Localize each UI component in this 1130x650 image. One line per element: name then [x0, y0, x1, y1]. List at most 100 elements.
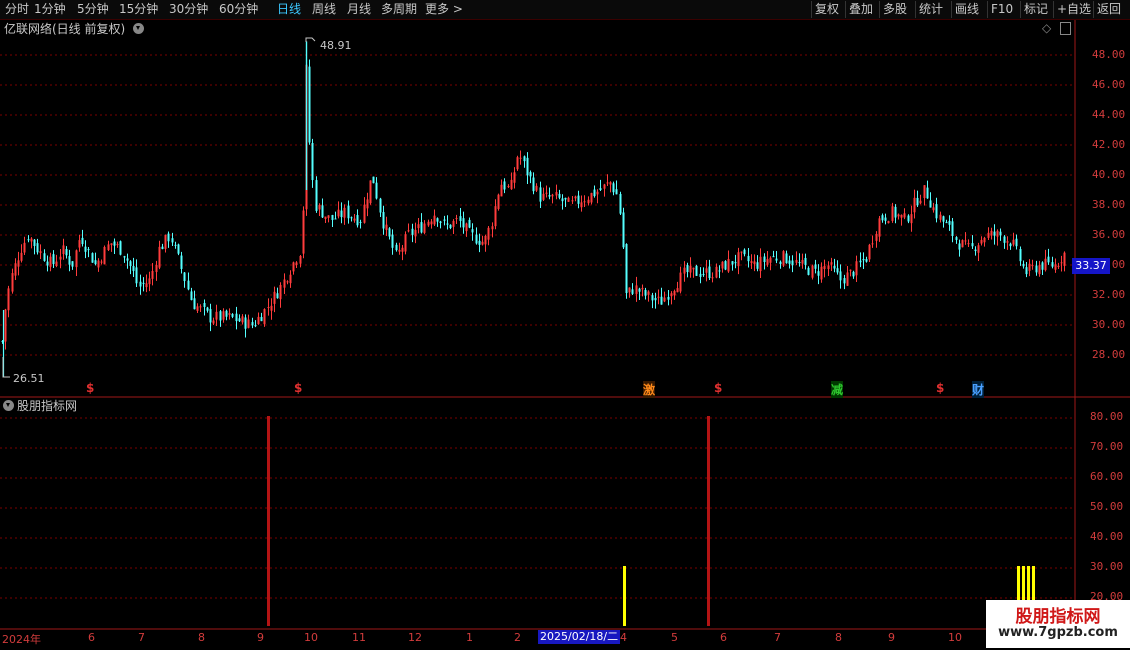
candle-body: [551, 194, 554, 197]
candle-body: [775, 258, 778, 261]
candle-body: [894, 206, 897, 218]
candle-body: [33, 239, 36, 247]
candle-body: [523, 156, 526, 162]
candle-body: [532, 177, 535, 192]
candle-body: [580, 202, 583, 208]
candle-body: [132, 265, 135, 271]
current-price-tag: 33.37: [1072, 258, 1110, 274]
period-more-button[interactable]: 更多 >: [425, 1, 463, 18]
candle-body: [942, 216, 945, 222]
candle-body: [795, 260, 798, 263]
dividend-marker[interactable]: $: [294, 381, 302, 395]
candle-body: [23, 242, 26, 253]
time-tick: 2: [514, 631, 521, 644]
candle-body: [427, 221, 430, 226]
add-watchlist-button[interactable]: +自选: [1053, 1, 1091, 18]
candle-body: [331, 214, 334, 220]
candle-body: [1028, 263, 1031, 271]
candle-body: [820, 266, 823, 280]
candle-body: [55, 261, 58, 267]
candle-body: [158, 246, 161, 268]
candle-body: [539, 187, 542, 202]
reduce-holding-marker[interactable]: 减: [831, 381, 844, 398]
candle-body: [1015, 238, 1018, 247]
signal-bar-red: [267, 416, 270, 626]
candle-body: [593, 189, 596, 197]
candle-body: [670, 293, 673, 297]
candle-body: [404, 234, 407, 252]
candle-body: [903, 213, 906, 218]
candle-body: [625, 244, 628, 294]
candle-body: [225, 310, 228, 317]
candle-body: [567, 197, 570, 202]
candle-body: [519, 157, 522, 159]
mark-button[interactable]: 标记: [1020, 1, 1048, 18]
f10-button[interactable]: F10: [987, 1, 1013, 18]
candle-body: [36, 243, 39, 253]
candle-body: [155, 265, 158, 272]
candle-body: [382, 212, 385, 229]
period-tab-30min[interactable]: 30分钟: [169, 1, 208, 18]
candle-body: [475, 234, 478, 244]
candle-body: [1060, 262, 1063, 264]
period-tab-60min[interactable]: 60分钟: [219, 1, 258, 18]
candle-body: [1063, 252, 1066, 266]
candle-body: [763, 256, 766, 262]
candle-body: [267, 307, 270, 309]
candle-body: [702, 274, 705, 276]
candle-body: [971, 243, 974, 247]
back-button[interactable]: 返回: [1093, 1, 1121, 18]
candle-body: [423, 223, 426, 233]
watermark-title: 股朋指标网: [1015, 607, 1101, 627]
candle-body: [94, 260, 97, 265]
indicator-tick: 60.00: [1090, 470, 1124, 483]
candle-body: [881, 215, 884, 221]
candle-body: [231, 313, 234, 317]
period-tab-weekly[interactable]: 周线: [312, 1, 336, 18]
candlestick-chart[interactable]: [0, 20, 1130, 398]
dividend-marker[interactable]: $: [714, 381, 722, 395]
candle-body: [363, 204, 366, 223]
overlay-button[interactable]: 叠加: [845, 1, 873, 18]
period-tab-5min[interactable]: 5分钟: [77, 1, 109, 18]
candle-body: [484, 235, 487, 245]
candle-body: [356, 215, 359, 226]
finance-report-marker[interactable]: 财: [972, 381, 985, 398]
candle-body: [689, 265, 692, 273]
candle-body: [548, 195, 551, 197]
period-tab-multi[interactable]: 多周期: [381, 1, 417, 18]
candle-body: [215, 311, 218, 320]
watermark: 股朋指标网 www.7gpzb.com: [986, 600, 1130, 648]
candle-body: [1035, 265, 1038, 273]
candle-body: [126, 258, 129, 261]
incentive-marker[interactable]: 激: [643, 381, 656, 398]
candle-body: [279, 284, 282, 300]
period-tab-1min[interactable]: 1分钟: [34, 1, 66, 18]
adjust-button[interactable]: 复权: [811, 1, 839, 18]
candle-body: [983, 237, 986, 243]
price-tick: 30.00: [1092, 318, 1126, 331]
multi-stock-button[interactable]: 多股: [879, 1, 907, 18]
indicator-chart[interactable]: [0, 398, 1130, 630]
candle-body: [347, 205, 350, 219]
stats-button[interactable]: 统计: [915, 1, 943, 18]
period-tab-15min[interactable]: 15分钟: [119, 1, 158, 18]
period-tab-daily[interactable]: 日线: [277, 1, 301, 18]
candle-body: [398, 249, 401, 252]
indicator-tick: 80.00: [1090, 410, 1124, 423]
candle-body: [961, 240, 964, 248]
time-tick: 8: [835, 631, 842, 644]
candle-body: [958, 243, 961, 250]
draw-button[interactable]: 画线: [951, 1, 979, 18]
period-tab-monthly[interactable]: 月线: [347, 1, 371, 18]
candle-body: [900, 214, 903, 218]
candle-body: [299, 255, 302, 264]
candle-body: [465, 223, 468, 232]
period-tab-timeshare[interactable]: 分时: [5, 1, 29, 18]
price-tick: 48.00: [1092, 48, 1126, 61]
candle-body: [273, 291, 276, 304]
candle-body: [78, 240, 81, 248]
dividend-marker[interactable]: $: [86, 381, 94, 395]
candle-body: [590, 192, 593, 203]
dividend-marker[interactable]: $: [936, 381, 944, 395]
